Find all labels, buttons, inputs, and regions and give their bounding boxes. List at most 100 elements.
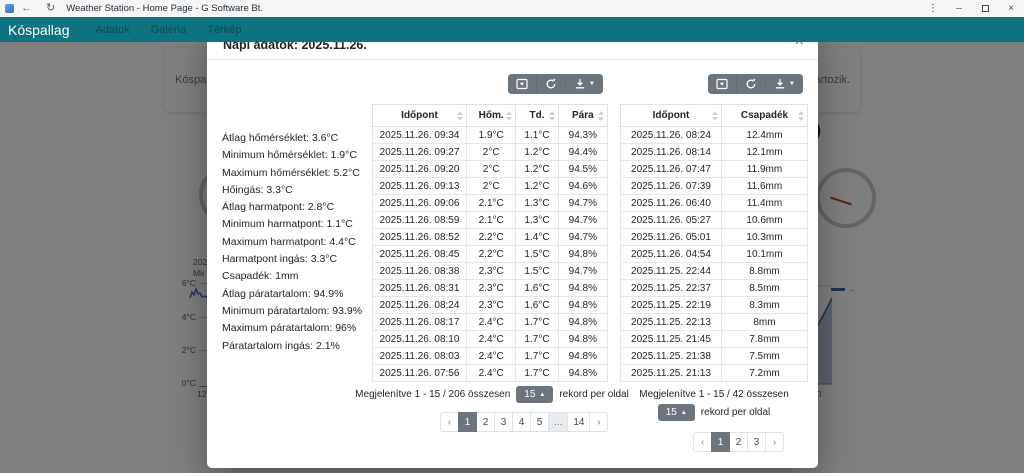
stat-line: Csapadék: 1mm — [222, 268, 380, 285]
download-icon — [774, 78, 786, 90]
table-cell: 1.1°C — [516, 127, 558, 144]
refresh-icon[interactable]: ↻ — [39, 0, 62, 17]
column-header-label: Időpont — [401, 110, 438, 121]
page-button[interactable]: 5 — [530, 412, 549, 432]
download-button[interactable]: ▼ — [765, 74, 803, 94]
stat-line: Maximum harmatpont: 4.4°C — [222, 234, 380, 251]
table-toolbar-right: ▼ — [708, 74, 803, 94]
table-cell: 2.3°C — [467, 263, 516, 280]
table-cell: 1.2°C — [516, 161, 558, 178]
page-button-active[interactable]: 1 — [458, 412, 477, 432]
column-header[interactable]: Időpont — [621, 105, 722, 127]
table-row: 2025.11.26. 08:592.1°C1.3°C94.7% — [373, 212, 608, 229]
prev-page-button[interactable]: ‹ — [693, 432, 712, 452]
application-window: ← ↻ Weather Station - Home Page - G Soft… — [0, 0, 1024, 473]
window-menu-icon[interactable]: ⋮ — [920, 0, 946, 17]
back-icon[interactable]: ← — [14, 0, 39, 17]
page-button[interactable]: 3 — [747, 432, 766, 452]
table-cell: 94.8% — [558, 246, 607, 263]
table-summary-left: Megjelenítve 1 - 15 / 206 összesen 15▲ r… — [347, 386, 637, 403]
stat-line: Minimum páratartalom: 93.9% — [222, 303, 380, 320]
table-cell: 2025.11.26. 04:54 — [621, 246, 722, 263]
maximize-button[interactable] — [972, 0, 998, 17]
column-header[interactable]: Pára — [558, 105, 607, 127]
table-cell: 7.5mm — [721, 348, 807, 365]
navbar: Kóspallag Adatok Galéria Térkép — [0, 17, 1024, 42]
column-header-label: Időpont — [653, 110, 690, 121]
sort-icon — [598, 111, 604, 121]
table-cell: 2.3°C — [467, 280, 516, 297]
stat-line: Átlag harmatpont: 2.8°C — [222, 199, 380, 216]
table-cell: 2°C — [467, 161, 516, 178]
table-cell: 11.9mm — [721, 161, 807, 178]
pagination-left: ‹12345...14› — [440, 412, 608, 432]
refresh-table-button[interactable] — [736, 74, 765, 94]
next-page-button[interactable]: › — [589, 412, 608, 432]
pagination-right: ‹123› — [693, 432, 784, 452]
table-cell: 2025.11.26. 08:59 — [373, 212, 467, 229]
table-row: 2025.11.25. 21:457.8mm — [621, 331, 808, 348]
download-button[interactable]: ▼ — [565, 74, 603, 94]
table-row: 2025.11.25. 21:137.2mm — [621, 365, 808, 382]
page-button[interactable]: 2 — [476, 412, 495, 432]
table-row: 2025.11.25. 22:198.3mm — [621, 297, 808, 314]
page-button[interactable]: 3 — [494, 412, 513, 432]
table-cell: 94.7% — [558, 195, 607, 212]
page-button[interactable]: 14 — [567, 412, 590, 432]
table-cell: 1.3°C — [516, 212, 558, 229]
page-button[interactable]: 2 — [729, 432, 748, 452]
table-row: 2025.11.25. 22:378.5mm — [621, 280, 808, 297]
columns-icon — [516, 78, 528, 90]
table-cell: 2.1°C — [467, 195, 516, 212]
table-cell: 2.4°C — [467, 314, 516, 331]
table-row: 2025.11.26. 08:032.4°C1.7°C94.8% — [373, 348, 608, 365]
column-header[interactable]: Hőm. — [467, 105, 516, 127]
table-row: 2025.11.25. 22:138mm — [621, 314, 808, 331]
prev-page-button[interactable]: ‹ — [440, 412, 459, 432]
table-cell: 2025.11.26. 05:01 — [621, 229, 722, 246]
table-cell: 2.4°C — [467, 348, 516, 365]
stat-line: Páratartalom ingás: 2.1% — [222, 338, 380, 355]
table-row: 2025.11.26. 08:172.4°C1.7°C94.8% — [373, 314, 608, 331]
per-page-dropdown[interactable]: 15▲ — [658, 404, 695, 421]
table-cell: 1.6°C — [516, 280, 558, 297]
table-cell: 1.3°C — [516, 195, 558, 212]
table-cell: 2025.11.26. 09:13 — [373, 178, 467, 195]
table-cell: 2025.11.26. 08:24 — [373, 297, 467, 314]
nav-item-galeria[interactable]: Galéria — [151, 24, 186, 36]
nav-item-terkep[interactable]: Térkép — [207, 24, 241, 36]
table-cell: 2°C — [467, 144, 516, 161]
stat-line: Átlag páratartalom: 94.9% — [222, 286, 380, 303]
daily-data-modal: Napi adatok: 2025.11.26. × Átlag hőmérsé… — [207, 30, 818, 468]
table-cell: 1.2°C — [516, 178, 558, 195]
page-button-active[interactable]: 1 — [711, 432, 730, 452]
next-page-button[interactable]: › — [765, 432, 784, 452]
page-button[interactable]: 4 — [512, 412, 531, 432]
table-cell: 2025.11.26. 08:52 — [373, 229, 467, 246]
column-visibility-button[interactable] — [708, 74, 736, 94]
nav-item-adatok[interactable]: Adatok — [96, 24, 130, 36]
table-cell: 2025.11.26. 08:38 — [373, 263, 467, 280]
close-window-button[interactable]: × — [998, 0, 1024, 17]
per-page-dropdown[interactable]: 15▲ — [516, 386, 553, 403]
column-header[interactable]: Időpont — [373, 105, 467, 127]
table-cell: 7.2mm — [721, 365, 807, 382]
table-row: 2025.11.26. 08:452.2°C1.5°C94.8% — [373, 246, 608, 263]
table-cell: 2025.11.26. 08:45 — [373, 246, 467, 263]
table-cell: 1.5°C — [516, 246, 558, 263]
minimize-button[interactable]: – — [946, 0, 972, 17]
navbar-brand[interactable]: Kóspallag — [8, 22, 70, 38]
chevron-down-icon: ▼ — [589, 81, 595, 87]
column-header-label: Td. — [529, 110, 544, 121]
page-ellipsis: ... — [548, 412, 568, 432]
column-header[interactable]: Csapadék — [721, 105, 807, 127]
table-cell: 2025.11.26. 08:31 — [373, 280, 467, 297]
window-title: Weather Station - Home Page - G Software… — [66, 3, 263, 14]
chevron-up-icon: ▲ — [539, 392, 545, 398]
table-row: 2025.11.25. 21:387.5mm — [621, 348, 808, 365]
refresh-table-button[interactable] — [536, 74, 565, 94]
stat-line: Harmatpont ingás: 3.3°C — [222, 251, 380, 268]
table-cell: 2.2°C — [467, 229, 516, 246]
column-header[interactable]: Td. — [516, 105, 558, 127]
column-visibility-button[interactable] — [508, 74, 536, 94]
